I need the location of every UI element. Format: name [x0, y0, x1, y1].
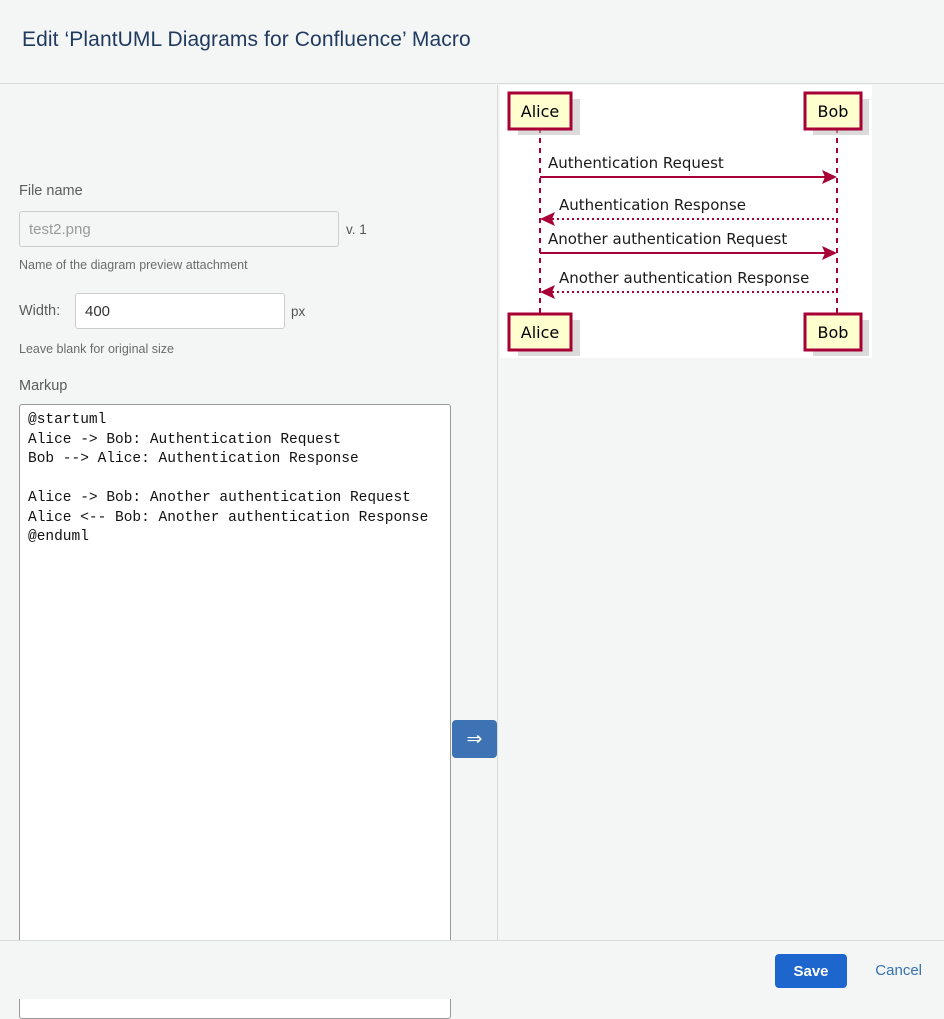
diagram-preview-panel: Alice Bob Alice Bob Authentication Reque… — [499, 85, 944, 940]
dialog-header: Edit ‘PlantUML Diagrams for Confluence’ … — [0, 0, 944, 84]
message-label: Another authentication Response — [559, 269, 809, 287]
participant-label: Bob — [818, 323, 849, 342]
file-name-label: File name — [19, 183, 83, 199]
message-label: Authentication Response — [559, 196, 746, 214]
markup-label: Markup — [19, 378, 68, 394]
dialog-body: File name v. 1 Name of the diagram previ… — [0, 85, 944, 1019]
markup-textarea[interactable]: @startuml Alice -> Bob: Authentication R… — [19, 404, 451, 1019]
cancel-button[interactable]: Cancel — [875, 962, 922, 979]
file-name-help-text: Name of the diagram preview attachment — [19, 258, 248, 272]
message-label: Another authentication Request — [548, 230, 787, 248]
participant-box-alice-bottom: Alice — [507, 312, 573, 352]
diagram-preview-image[interactable]: Alice Bob Alice Bob Authentication Reque… — [500, 85, 872, 358]
file-version-label: v. 1 — [346, 222, 367, 237]
participant-box-bob-bottom: Bob — [803, 312, 863, 352]
width-help-text: Leave blank for original size — [19, 342, 174, 356]
double-arrow-right-icon: ⇒ — [466, 728, 483, 750]
file-name-input[interactable] — [19, 211, 339, 247]
width-label: Width: — [19, 303, 61, 319]
width-input[interactable] — [75, 293, 285, 329]
macro-form-panel: File name v. 1 Name of the diagram previ… — [0, 85, 498, 1019]
save-button[interactable]: Save — [775, 954, 847, 988]
page-title: Edit ‘PlantUML Diagrams for Confluence’ … — [22, 28, 471, 51]
sequence-diagram-svg: Alice Bob Alice Bob Authentication Reque… — [500, 85, 872, 358]
participant-label: Alice — [521, 102, 559, 121]
dialog-footer: Save Cancel — [0, 940, 944, 999]
participant-label: Alice — [521, 323, 559, 342]
participant-box-bob-top: Bob — [803, 91, 863, 131]
message-label: Authentication Request — [548, 154, 724, 172]
width-unit-label: px — [291, 304, 306, 319]
refresh-preview-button[interactable]: ⇒ — [452, 720, 497, 758]
participant-label: Bob — [818, 102, 849, 121]
participant-box-alice-top: Alice — [507, 91, 573, 131]
